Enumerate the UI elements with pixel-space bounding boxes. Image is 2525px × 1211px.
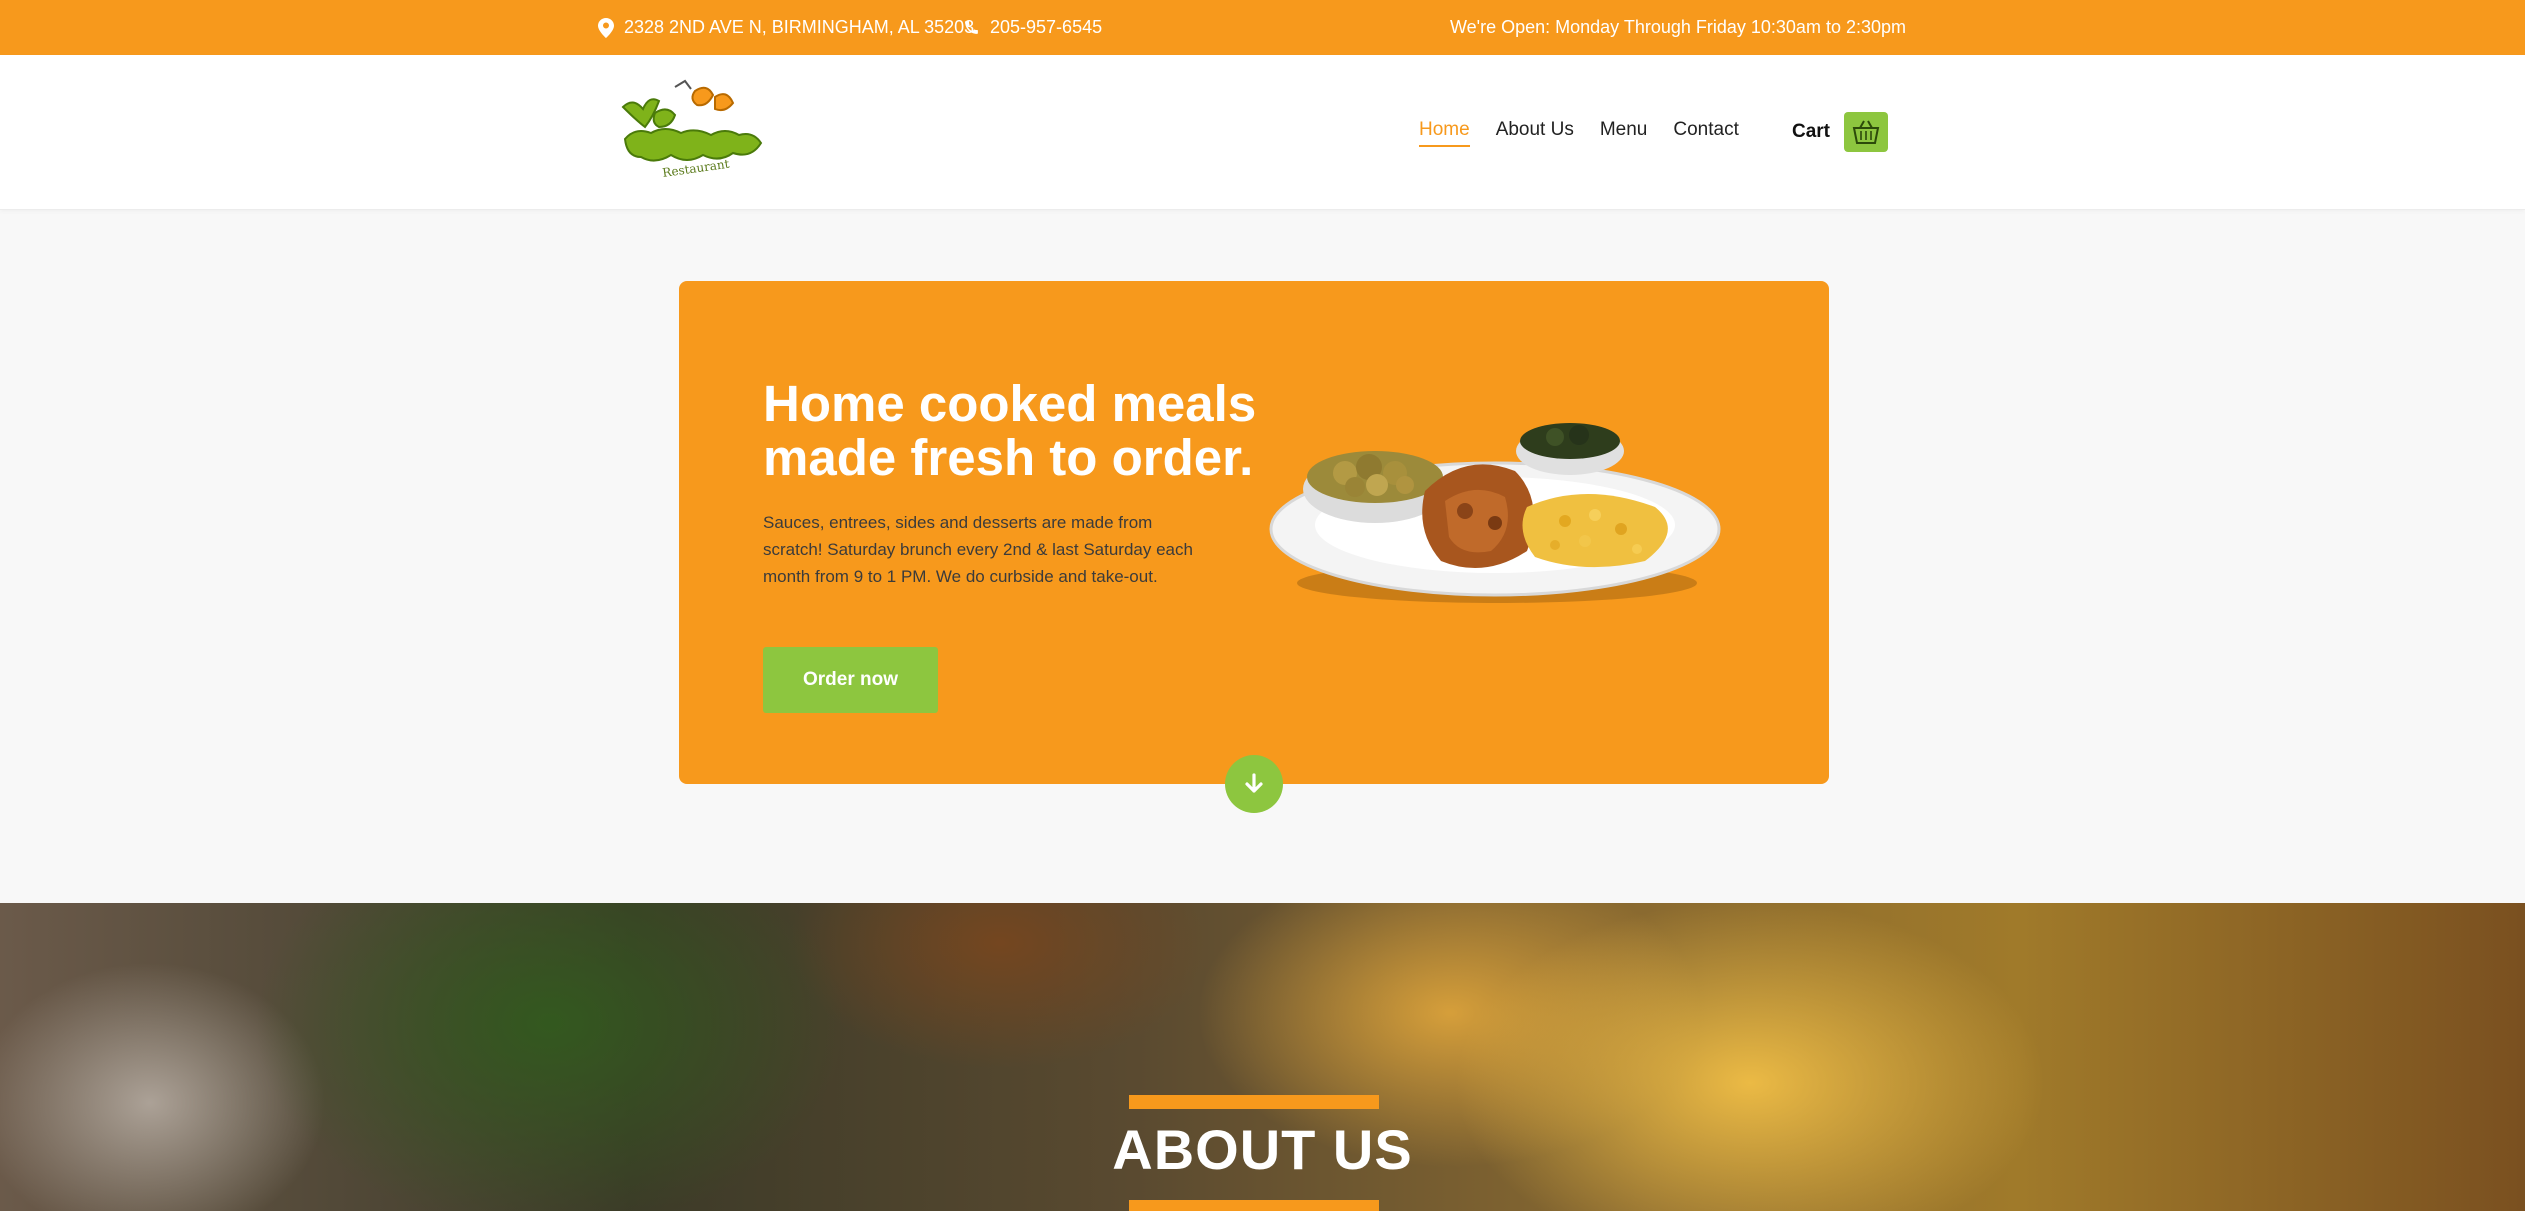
svg-text:Restaurant: Restaurant (661, 157, 730, 180)
nav-home[interactable]: Home (1419, 119, 1470, 147)
about-section: ABOUT US (0, 903, 2525, 1211)
about-title-bottom-bar (1129, 1200, 1379, 1211)
cart-button[interactable] (1844, 112, 1889, 152)
arrow-down-icon (1245, 773, 1263, 793)
hero-title: Home cooked meals made fresh to order. (763, 375, 1257, 486)
restaurant-logo[interactable]: Restaurant (615, 77, 767, 187)
nav-about-us[interactable]: About Us (1496, 119, 1574, 147)
nav-contact[interactable]: Contact (1673, 119, 1738, 147)
address-text: 2328 2ND AVE N, BIRMINGHAM, AL 35203 (624, 17, 975, 37)
order-now-button[interactable]: Order now (763, 647, 938, 713)
phone[interactable]: 205-957-6545 (963, 0, 1102, 55)
about-title: ABOUT US (1112, 1118, 1413, 1181)
about-title-top-bar (1129, 1095, 1379, 1109)
opening-hours: We're Open: Monday Through Friday 10:30a… (1449, 17, 1906, 37)
site-header: Restaurant Home About Us Menu Contact Ca… (0, 55, 2525, 210)
food-plate-image (1269, 423, 1721, 603)
shopping-basket-icon (1852, 120, 1880, 144)
address: 2328 2ND AVE N, BIRMINGHAM, AL 35203 (598, 0, 974, 55)
phone-text[interactable]: 205-957-6545 (990, 17, 1102, 38)
phone-icon (965, 21, 978, 34)
hero-description: Sauces, entrees, sides and desserts are … (763, 513, 1193, 586)
cart[interactable]: Cart (1792, 112, 1889, 152)
top-info-bar: 2328 2ND AVE N, BIRMINGHAM, AL 35203 205… (0, 0, 2525, 55)
main-nav: Home About Us Menu Contact (1419, 55, 1765, 210)
hero-card: Home cooked meals made fresh to order. S… (679, 281, 1829, 784)
cart-label[interactable]: Cart (1792, 121, 1830, 143)
nav-menu[interactable]: Menu (1600, 119, 1648, 147)
location-pin-icon (598, 17, 614, 38)
scroll-down-button[interactable] (1225, 755, 1283, 813)
